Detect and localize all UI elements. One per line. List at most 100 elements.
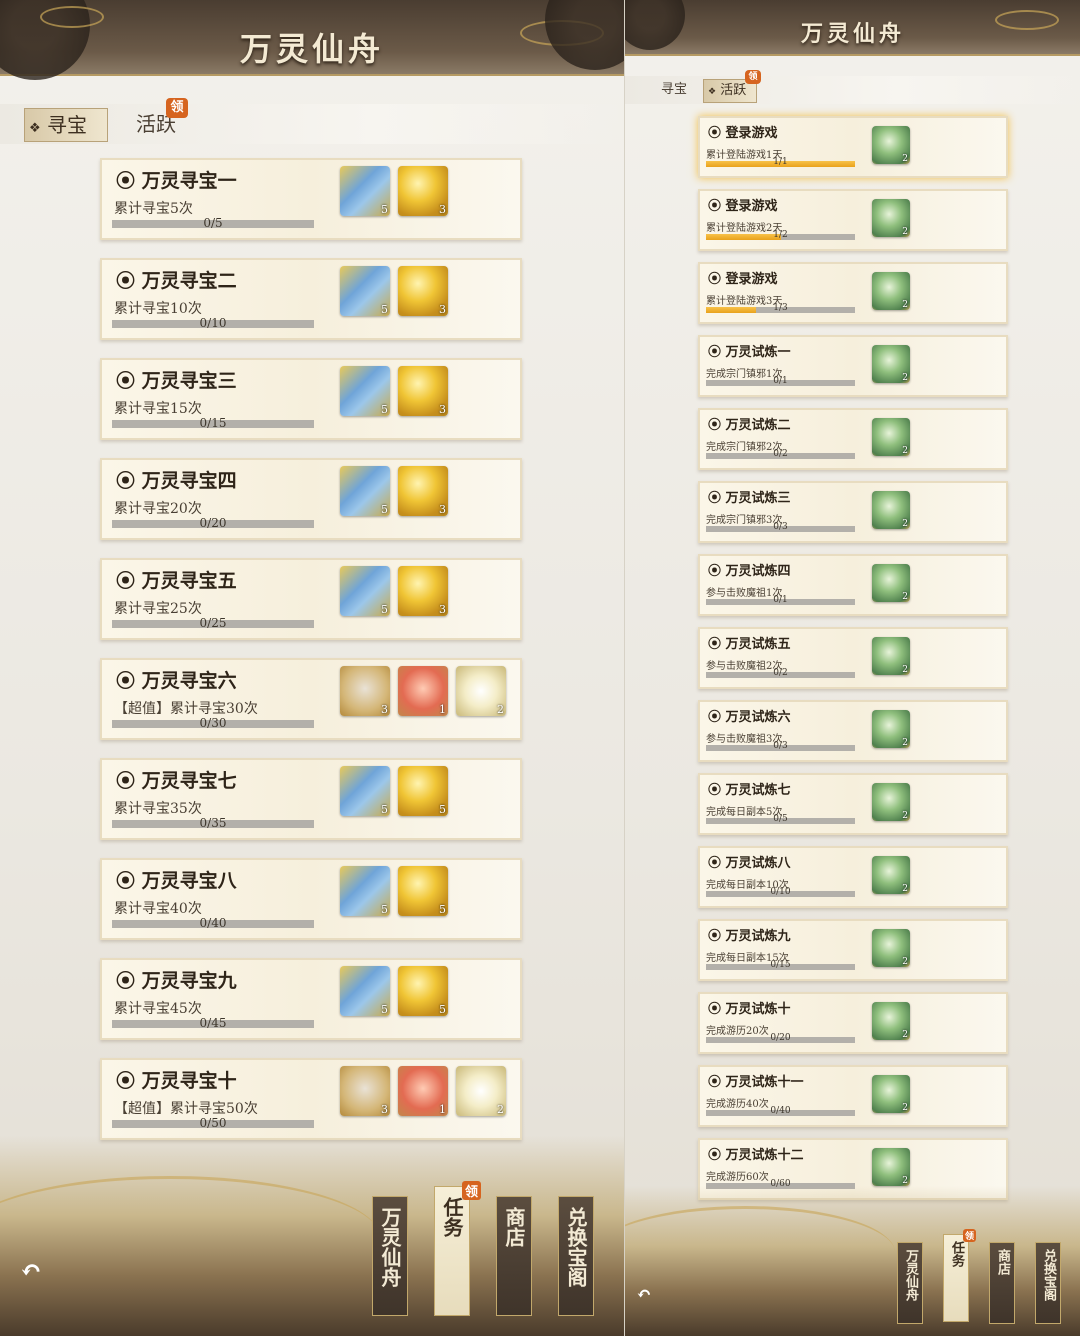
- reward-count: 2: [902, 446, 908, 456]
- progress-text: 0/2: [773, 668, 788, 678]
- gold-swirl: [625, 1206, 895, 1299]
- reward-peach-icon[interactable]: 1: [398, 666, 448, 716]
- quest-card[interactable]: ⦿ 万灵试炼十 完成游历20次 0/20 2: [698, 992, 1008, 1054]
- quest-name-text: 万灵试炼十一: [725, 1075, 804, 1090]
- quest-desc: 累计寻宝25次: [114, 601, 202, 617]
- reward-scroll-icon[interactable]: 5: [340, 766, 390, 816]
- quest-card[interactable]: ⦿ 登录游戏 累计登陆游戏3天 1/3 2: [698, 262, 1008, 324]
- back-arrow-icon[interactable]: ↶: [631, 1284, 657, 1306]
- nav-ship[interactable]: 万灵仙舟: [897, 1242, 923, 1324]
- reward-scroll-icon[interactable]: 5: [340, 166, 390, 216]
- reward-jade-icon[interactable]: 2: [872, 1002, 910, 1040]
- quest-card[interactable]: ⦿ 万灵寻宝四 累计寻宝20次 0/20 5 3: [100, 458, 522, 540]
- quest-card[interactable]: ⦿ 万灵试炼二 完成宗门镇邪2次 0/2 2: [698, 408, 1008, 470]
- progress-bar: 0/5: [706, 814, 855, 824]
- reward-scroll-icon[interactable]: 5: [340, 966, 390, 1016]
- left-panel: 万灵仙舟 ❖ 寻宝 活跃 领 ⦿ 万灵寻宝一 累计寻宝5次 0/5 5 3 ⦿ 万灵寻宝二…: [0, 0, 624, 1336]
- quest-name: ⦿ 万灵寻宝十: [116, 1070, 237, 1092]
- claim-badge: 领: [166, 98, 188, 118]
- reward-gem-icon[interactable]: 5: [398, 766, 448, 816]
- quest-name: ⦿ 万灵寻宝五: [116, 570, 237, 592]
- reward-hero-icon[interactable]: 3: [340, 1066, 390, 1116]
- reward-jade-icon[interactable]: 2: [872, 710, 910, 748]
- nav-ship[interactable]: 万灵仙舟: [372, 1196, 408, 1316]
- quest-card[interactable]: ⦿ 万灵寻宝八 累计寻宝40次 0/40 5 5: [100, 858, 522, 940]
- reward-jade-icon[interactable]: 2: [872, 1148, 910, 1186]
- nav-exchange[interactable]: 兑换宝阁: [558, 1196, 594, 1316]
- reward-hero-icon[interactable]: 3: [340, 666, 390, 716]
- quest-card[interactable]: ⦿ 万灵寻宝七 累计寻宝35次 0/35 5 5: [100, 758, 522, 840]
- reward-jade-icon[interactable]: 2: [872, 272, 910, 310]
- quest-card[interactable]: ⦿ 万灵试炼三 完成宗门镇邪3次 0/3 2: [698, 481, 1008, 543]
- reward-jade-icon[interactable]: 2: [872, 491, 910, 529]
- quest-card[interactable]: ⦿ 万灵试炼一 完成宗门镇邪1次 0/1 2: [698, 335, 1008, 397]
- quest-desc: 累计寻宝35次: [114, 801, 202, 817]
- quest-card[interactable]: ⦿ 万灵寻宝一 累计寻宝5次 0/5 5 3: [100, 158, 522, 240]
- quest-card[interactable]: ⦿ 登录游戏 累计登陆游戏2天 1/2 2: [698, 189, 1008, 251]
- reward-jade-icon[interactable]: 2: [872, 345, 910, 383]
- reward-jade-icon[interactable]: 2: [872, 637, 910, 675]
- nav-exchange[interactable]: 兑换宝阁: [1035, 1242, 1061, 1324]
- progress-bar: 1/1: [706, 157, 855, 167]
- nav-tasks[interactable]: 任务领: [434, 1181, 481, 1316]
- quest-name: ⦿ 万灵试炼四: [708, 564, 791, 579]
- reward-jade-icon[interactable]: 2: [872, 564, 910, 602]
- progress-bar: 1/3: [706, 303, 855, 313]
- quest-card[interactable]: ⦿ 万灵寻宝十 【超值】累计寻宝50次 0/50 3 1 2: [100, 1058, 522, 1140]
- quest-card[interactable]: ⦿ 万灵试炼四 参与击败魔祖1次 0/1 2: [698, 554, 1008, 616]
- back-arrow-icon[interactable]: ↶: [14, 1256, 48, 1286]
- quest-name: ⦿ 登录游戏: [708, 199, 778, 214]
- reward-gem-icon[interactable]: 3: [398, 366, 448, 416]
- reward-peach-icon[interactable]: 1: [398, 1066, 448, 1116]
- reward-jade-icon[interactable]: 2: [872, 856, 910, 894]
- reward-jade-icon[interactable]: 2: [872, 1075, 910, 1113]
- tab-treasure[interactable]: ❖ 寻宝: [24, 108, 108, 142]
- progress-bar: 0/5: [112, 216, 314, 230]
- nav-tasks[interactable]: 任务领: [943, 1229, 976, 1322]
- quest-name-text: 万灵试炼三: [725, 491, 791, 506]
- progress-bar: 0/20: [112, 516, 314, 530]
- reward-scroll-icon[interactable]: 5: [340, 266, 390, 316]
- quest-card[interactable]: ⦿ 万灵试炼六 参与击败魔祖3次 0/3 2: [698, 700, 1008, 762]
- reward-lotus-icon[interactable]: 2: [456, 666, 506, 716]
- reward-gem-icon[interactable]: 3: [398, 566, 448, 616]
- reward-jade-icon[interactable]: 2: [872, 783, 910, 821]
- quest-card[interactable]: ⦿ 万灵试炼五 参与击败魔祖2次 0/2 2: [698, 627, 1008, 689]
- tab-treasure[interactable]: 寻宝: [661, 79, 697, 101]
- reward-jade-icon[interactable]: 2: [872, 199, 910, 237]
- nav-shop[interactable]: 商店: [496, 1196, 532, 1316]
- reward-jade-icon[interactable]: 2: [872, 418, 910, 456]
- reward-gem-icon[interactable]: 3: [398, 466, 448, 516]
- quest-name-text: 万灵试炼八: [725, 856, 791, 871]
- reward-jade-icon[interactable]: 2: [872, 929, 910, 967]
- reward-gem-icon[interactable]: 5: [398, 966, 448, 1016]
- quest-card[interactable]: ⦿ 万灵寻宝五 累计寻宝25次 0/25 5 3: [100, 558, 522, 640]
- quest-name: ⦿ 万灵试炼三: [708, 491, 791, 506]
- tab-label: 寻宝: [661, 82, 688, 97]
- quest-card[interactable]: ⦿ 万灵试炼十一 完成游历40次 0/40 2: [698, 1065, 1008, 1127]
- quest-card[interactable]: ⦿ 万灵寻宝九 累计寻宝45次 0/45 5 5: [100, 958, 522, 1040]
- reward-gem-icon[interactable]: 3: [398, 166, 448, 216]
- reward-scroll-icon[interactable]: 5: [340, 866, 390, 916]
- diamond-icon: ❖: [29, 121, 41, 136]
- quest-name-text: 万灵试炼五: [725, 637, 791, 652]
- quest-card[interactable]: ⦿ 万灵寻宝六 【超值】累计寻宝30次 0/30 3 1 2: [100, 658, 522, 740]
- quest-card[interactable]: ⦿ 万灵寻宝三 累计寻宝15次 0/15 5 3: [100, 358, 522, 440]
- reward-scroll-icon[interactable]: 5: [340, 566, 390, 616]
- reward-count: 2: [497, 703, 504, 716]
- progress-bar: 0/2: [706, 668, 855, 678]
- quest-card[interactable]: ⦿ 万灵试炼八 完成每日副本10次 0/10 2: [698, 846, 1008, 908]
- quest-card[interactable]: ⦿ 登录游戏 累计登陆游戏1天 1/1 2: [698, 116, 1008, 178]
- nav-shop[interactable]: 商店: [989, 1242, 1015, 1324]
- quest-card[interactable]: ⦿ 万灵寻宝二 累计寻宝10次 0/10 5 3: [100, 258, 522, 340]
- reward-count: 2: [902, 738, 908, 748]
- quest-card[interactable]: ⦿ 万灵试炼七 完成每日副本5次 0/5 2: [698, 773, 1008, 835]
- reward-lotus-icon[interactable]: 2: [456, 1066, 506, 1116]
- reward-count: 3: [439, 503, 446, 516]
- quest-card[interactable]: ⦿ 万灵试炼九 完成每日副本15次 0/15 2: [698, 919, 1008, 981]
- reward-scroll-icon[interactable]: 5: [340, 466, 390, 516]
- reward-scroll-icon[interactable]: 5: [340, 366, 390, 416]
- reward-gem-icon[interactable]: 3: [398, 266, 448, 316]
- reward-gem-icon[interactable]: 5: [398, 866, 448, 916]
- reward-jade-icon[interactable]: 2: [872, 126, 910, 164]
